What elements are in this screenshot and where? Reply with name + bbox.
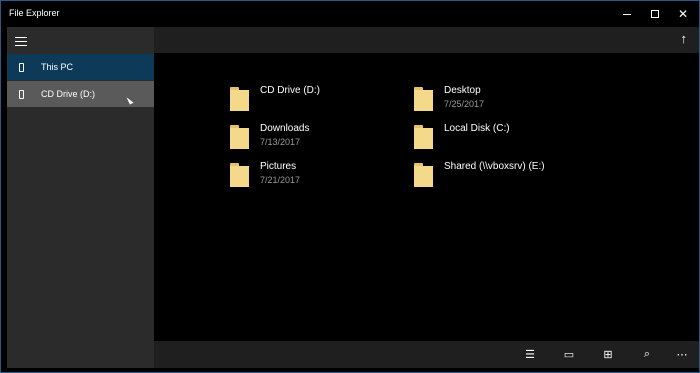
folder-icon	[414, 163, 433, 187]
item-name: Downloads	[260, 123, 310, 134]
bottom-command-bar: ☰ ▭ ⊞ ⌕ ⋯	[154, 341, 699, 368]
file-explorer-window: File Explorer ✕ This PC CD Drive (D:) ↑	[0, 0, 700, 373]
folder-icon	[230, 163, 249, 187]
minimize-button[interactable]	[613, 1, 641, 27]
search-icon[interactable]: ⌕	[640, 347, 654, 361]
window-title: File Explorer	[9, 8, 60, 18]
content-area: CD Drive (D:) Desktop 7/25/2017 Download…	[154, 53, 699, 341]
item-name: Local Disk (C:)	[444, 123, 510, 134]
view-grid-icon[interactable]: ⊞	[601, 347, 615, 361]
sidebar-item-this-pc[interactable]: This PC	[7, 54, 154, 80]
top-command-bar: ↑	[154, 27, 699, 53]
more-options-icon[interactable]: ⋯	[675, 347, 689, 361]
list-item[interactable]: Pictures 7/21/2017	[230, 161, 400, 191]
title-bar: File Explorer ✕	[1, 1, 699, 27]
folder-icon	[230, 87, 249, 111]
item-name: CD Drive (D:)	[260, 85, 320, 96]
close-button[interactable]: ✕	[669, 1, 697, 27]
device-icon	[19, 62, 24, 72]
up-arrow-icon[interactable]: ↑	[681, 31, 688, 46]
sidebar: This PC CD Drive (D:)	[7, 27, 154, 368]
item-date: 7/21/2017	[260, 175, 301, 185]
maximize-icon	[651, 10, 659, 18]
item-name: Pictures	[260, 161, 297, 172]
folder-icon	[230, 125, 249, 149]
list-item[interactable]: CD Drive (D:)	[230, 85, 400, 115]
list-item[interactable]: Downloads 7/13/2017	[230, 123, 400, 153]
item-date: 7/13/2017	[260, 137, 301, 147]
close-icon: ✕	[677, 7, 689, 21]
share-icon[interactable]: ▭	[562, 347, 576, 361]
folder-icon	[414, 125, 433, 149]
hamburger-menu-icon[interactable]	[15, 37, 27, 47]
maximize-button[interactable]	[641, 1, 669, 27]
folder-icon	[414, 87, 433, 111]
sidebar-item-label: This PC	[41, 62, 74, 72]
list-item[interactable]: Shared (\\vboxsrv) (E:)	[414, 161, 584, 191]
item-name: Shared (\\vboxsrv) (E:)	[444, 161, 545, 172]
list-item[interactable]: Desktop 7/25/2017	[414, 85, 584, 115]
select-items-icon[interactable]: ☰	[523, 347, 537, 361]
minimize-icon	[623, 13, 631, 15]
item-name: Desktop	[444, 85, 481, 96]
sidebar-item-label: CD Drive (D:)	[41, 89, 95, 99]
device-icon	[19, 89, 24, 99]
list-item[interactable]: Local Disk (C:)	[414, 123, 584, 153]
item-date: 7/25/2017	[444, 99, 485, 109]
